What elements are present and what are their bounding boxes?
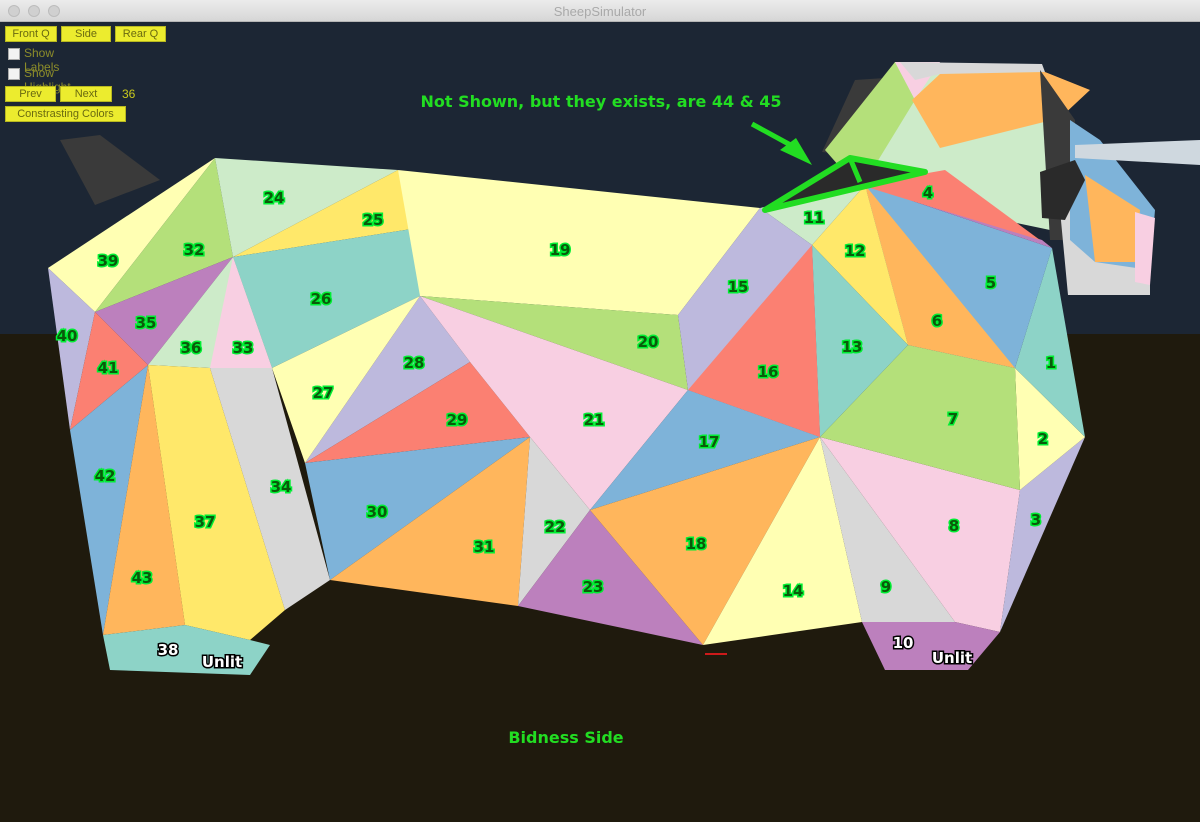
side-button[interactable]: Side (61, 26, 111, 42)
face-label-42: 42 (95, 467, 116, 485)
face-label-34: 34 (271, 478, 292, 496)
face-label-32: 32 (184, 241, 205, 259)
face-label-6: 6 (932, 312, 942, 330)
face-label-13: 13 (842, 338, 863, 356)
unlit-label-front: Unlit (932, 649, 972, 667)
sheep-viewport[interactable]: 1 2 3 4 5 6 7 8 9 10 11 12 13 14 15 16 1… (0, 22, 1200, 822)
face-label-30: 30 (367, 503, 388, 521)
prev-button[interactable]: Prev (5, 86, 56, 102)
window-titlebar: SheepSimulator (0, 0, 1200, 22)
face-label-24: 24 (264, 189, 285, 207)
front-q-button[interactable]: Front Q (5, 26, 57, 42)
face-label-5: 5 (986, 274, 996, 292)
face-label-1: 1 (1046, 354, 1056, 372)
face-label-41: 41 (98, 359, 119, 377)
show-labels-checkbox[interactable] (8, 48, 20, 60)
face-label-35: 35 (136, 314, 157, 332)
contrasting-colors-button[interactable]: Constrasting Colors (5, 106, 126, 122)
face-label-9: 9 (881, 578, 891, 596)
face-label-10: 10 (893, 634, 914, 652)
face-label-33: 33 (233, 339, 254, 357)
face-label-22: 22 (545, 518, 566, 536)
face-label-37: 37 (195, 513, 216, 531)
face-label-39: 39 (98, 252, 119, 270)
rear-q-button[interactable]: Rear Q (115, 26, 166, 42)
face-counter: 36 (122, 87, 136, 101)
bidness-side-caption: Bidness Side (508, 728, 623, 747)
face-label-21: 21 (584, 411, 605, 429)
face-label-29: 29 (447, 411, 468, 429)
face-label-16: 16 (758, 363, 779, 381)
not-shown-annotation: Not Shown, but they exists, are 44 & 45 (420, 92, 781, 111)
face-label-40: 40 (57, 327, 78, 345)
face-label-4: 4 (923, 184, 933, 202)
face-label-7: 7 (948, 410, 958, 428)
show-highlight-checkbox[interactable] (8, 68, 20, 80)
face-label-3: 3 (1031, 511, 1041, 529)
face-label-19: 19 (550, 241, 571, 259)
face-label-38: 38 (158, 641, 179, 659)
face-label-14: 14 (783, 582, 804, 600)
unlit-label-rear: Unlit (202, 653, 242, 671)
window-title: SheepSimulator (553, 4, 647, 19)
face-label-8: 8 (949, 517, 959, 535)
face-label-11: 11 (804, 209, 825, 227)
face-label-31: 31 (474, 538, 495, 556)
face-label-15: 15 (728, 278, 749, 296)
face-label-17: 17 (699, 433, 720, 451)
face-label-23: 23 (583, 578, 604, 596)
sheep-body-faces (48, 158, 1085, 675)
face-label-28: 28 (404, 354, 425, 372)
face-label-20: 20 (638, 333, 659, 351)
face-label-2: 2 (1038, 430, 1048, 448)
face-label-18: 18 (686, 535, 707, 553)
face-label-36: 36 (181, 339, 202, 357)
face-label-43: 43 (132, 569, 153, 587)
next-button[interactable]: Next (60, 86, 112, 102)
face-label-12: 12 (845, 242, 866, 260)
face-label-26: 26 (311, 290, 332, 308)
face-label-27: 27 (313, 384, 334, 402)
face-label-25: 25 (363, 211, 384, 229)
